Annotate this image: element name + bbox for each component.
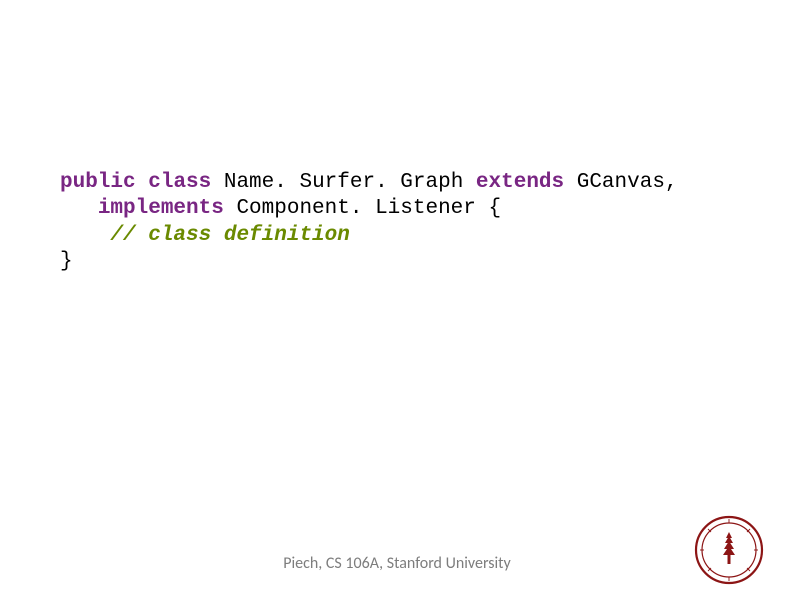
keyword-class: class	[148, 171, 211, 194]
keyword-implements: implements	[98, 197, 224, 220]
code-block: public class Name. Surfer. Graph extends…	[60, 170, 678, 275]
indent	[60, 197, 98, 220]
keyword-public: public	[60, 171, 136, 194]
class-name: Name. Surfer. Graph	[211, 171, 476, 194]
stanford-seal-icon	[694, 515, 764, 585]
keyword-extends: extends	[476, 171, 564, 194]
implements-rest: Component. Listener {	[224, 197, 501, 220]
comment: // class definition	[110, 224, 349, 247]
close-brace: }	[60, 250, 73, 273]
extends-rest: GCanvas,	[564, 171, 677, 194]
indent	[60, 224, 110, 247]
footer-attribution: Piech, CS 106A, Stanford University	[0, 554, 794, 573]
